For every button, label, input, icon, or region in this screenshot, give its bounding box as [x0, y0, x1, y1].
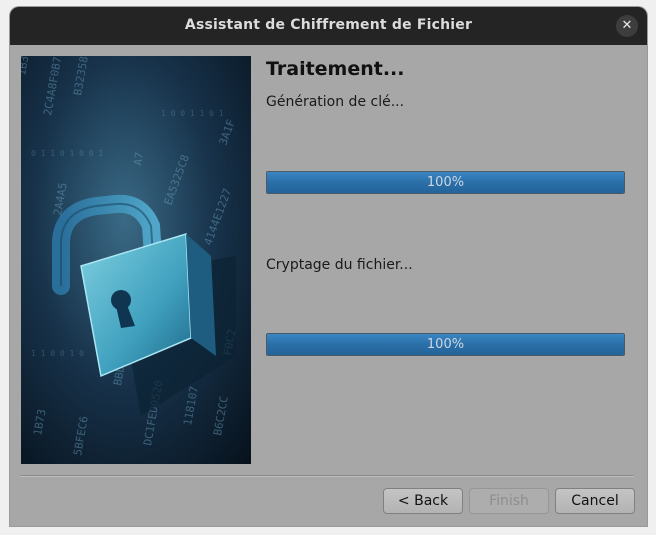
back-button[interactable]: < Back	[383, 488, 463, 514]
svg-text:0 1 1 0 1 0 0 1: 0 1 1 0 1 0 0 1	[31, 149, 103, 158]
close-icon: ✕	[621, 18, 633, 33]
title-bar[interactable]: Assistant de Chiffrement de Fichier ✕	[10, 7, 647, 45]
key-generation-label: Génération de clé...	[266, 94, 405, 110]
finish-button[interactable]: Finish	[469, 488, 549, 514]
window-title: Assistant de Chiffrement de Fichier	[184, 17, 473, 33]
svg-text:1 0 0 1 1 0 1: 1 0 0 1 1 0 1	[161, 109, 224, 118]
svg-text:A7: A7	[131, 151, 146, 166]
wizard-window: Assistant de Chiffrement de Fichier ✕ 2C…	[10, 7, 647, 526]
page-title: Traitement...	[266, 58, 405, 80]
key-generation-progress-text: 100%	[426, 175, 465, 190]
encryption-lock-image: 1B3235E9A 2C4A8F0B7 B323589A EA5325C8 41…	[21, 56, 251, 464]
lock-illustration: 1B3235E9A 2C4A8F0B7 B323589A EA5325C8 41…	[21, 56, 251, 464]
cancel-button[interactable]: Cancel	[555, 488, 635, 514]
svg-text:1 1 0 0 1 0: 1 1 0 0 1 0	[31, 349, 84, 358]
button-separator	[20, 475, 634, 477]
file-encryption-progress-text: 100%	[426, 337, 465, 352]
file-encryption-progress-bar: 100%	[266, 333, 625, 356]
key-generation-progress-bar: 100%	[266, 171, 625, 194]
close-button[interactable]: ✕	[616, 15, 638, 37]
file-encryption-label: Cryptage du fichier...	[266, 257, 413, 273]
